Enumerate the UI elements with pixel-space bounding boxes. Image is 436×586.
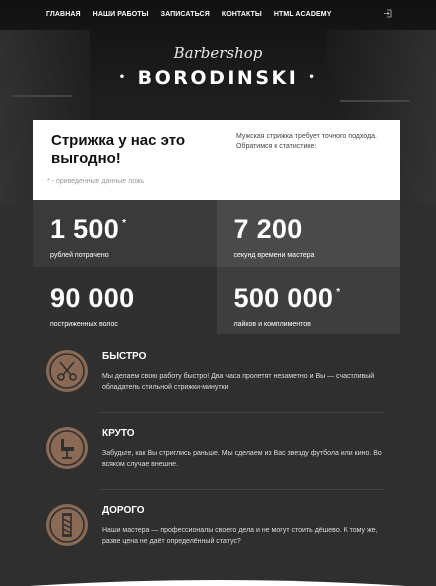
promo-card: Стрижка у нас это выгодно! * - приведенн… bbox=[33, 120, 400, 200]
promo-description: Мужская стрижка требует точного подхода.… bbox=[236, 133, 377, 150]
feature-text: Мы делаем свою работу быстро! Два часа п… bbox=[102, 373, 375, 391]
shelf-decoration bbox=[12, 95, 72, 97]
feature-item: ДОРОГО Наши мастера — профессионалы свое… bbox=[44, 494, 384, 567]
feature-title: КРУТО bbox=[102, 428, 135, 439]
feature-text: Наши мастера — профессионалы своего дела… bbox=[102, 527, 378, 545]
feature-item: БЫСТРО Мы делаем свою работу быстро! Два… bbox=[44, 340, 384, 413]
nav-item-works[interactable]: НАШИ РАБОТЫ bbox=[93, 11, 149, 18]
divider bbox=[100, 412, 384, 413]
login-icon[interactable] bbox=[383, 9, 392, 18]
logo-separator: • bbox=[118, 72, 128, 83]
stat-number: 90 000 bbox=[50, 283, 135, 313]
scissors-icon bbox=[46, 350, 88, 392]
stat-label: секунд времени мастера bbox=[233, 252, 315, 259]
stat-number: 7 200 bbox=[233, 214, 303, 244]
promo-note: * - приведенные данные ложь bbox=[47, 178, 145, 185]
stat-tile: 500 000 * лайков и комплиментов bbox=[216, 267, 400, 334]
barber-pole-icon bbox=[46, 504, 88, 546]
stat-tile: 7 200 секунд времени мастера bbox=[216, 200, 400, 267]
stat-label: лайков и комплиментов bbox=[233, 321, 311, 328]
stat-number: 500 000 * bbox=[233, 283, 341, 313]
divider bbox=[100, 489, 384, 490]
logo[interactable]: • BORODINSKI • bbox=[0, 67, 436, 89]
stat-label: постриженных волос bbox=[50, 321, 118, 328]
stat-label: рублей потрачено bbox=[50, 252, 109, 259]
shelf-decoration bbox=[340, 100, 410, 102]
nav-menu: ГЛАВНАЯ НАШИ РАБОТЫ ЗАПИСАТЬСЯ КОНТАКТЫ … bbox=[46, 11, 343, 18]
promo-title: Стрижка у нас это выгодно! bbox=[51, 132, 186, 167]
barber-chair-icon bbox=[46, 427, 88, 469]
feature-item: КРУТО Забудьте, как Вы стриглись раньше.… bbox=[44, 417, 384, 490]
nav-item-academy[interactable]: HTML ACADEMY bbox=[274, 11, 332, 18]
stat-tile: 90 000 постриженных волос bbox=[33, 267, 217, 334]
feature-title: ДОРОГО bbox=[102, 505, 145, 516]
stats-grid: 1 500 * рублей потрачено 7 200 секунд вре… bbox=[33, 200, 400, 334]
feature-title: БЫСТРО bbox=[102, 351, 147, 362]
stat-tile: 1 500 * рублей потрачено bbox=[33, 200, 217, 267]
feature-text: Забудьте, как Вы стриглись раньше. Мы сд… bbox=[102, 450, 382, 468]
logo-main-text: BORODINSKI bbox=[137, 67, 299, 89]
logo-separator: • bbox=[308, 72, 318, 83]
footer-curve bbox=[29, 580, 407, 586]
logo-script-text: Barbershop bbox=[173, 44, 263, 62]
nav-item-signup[interactable]: ЗАПИСАТЬСЯ bbox=[161, 11, 210, 18]
nav-item-main[interactable]: ГЛАВНАЯ bbox=[46, 11, 81, 18]
stat-number: 1 500 * bbox=[50, 214, 127, 244]
main-navigation: ГЛАВНАЯ НАШИ РАБОТЫ ЗАПИСАТЬСЯ КОНТАКТЫ … bbox=[0, 0, 436, 30]
nav-item-contacts[interactable]: КОНТАКТЫ bbox=[222, 11, 262, 18]
